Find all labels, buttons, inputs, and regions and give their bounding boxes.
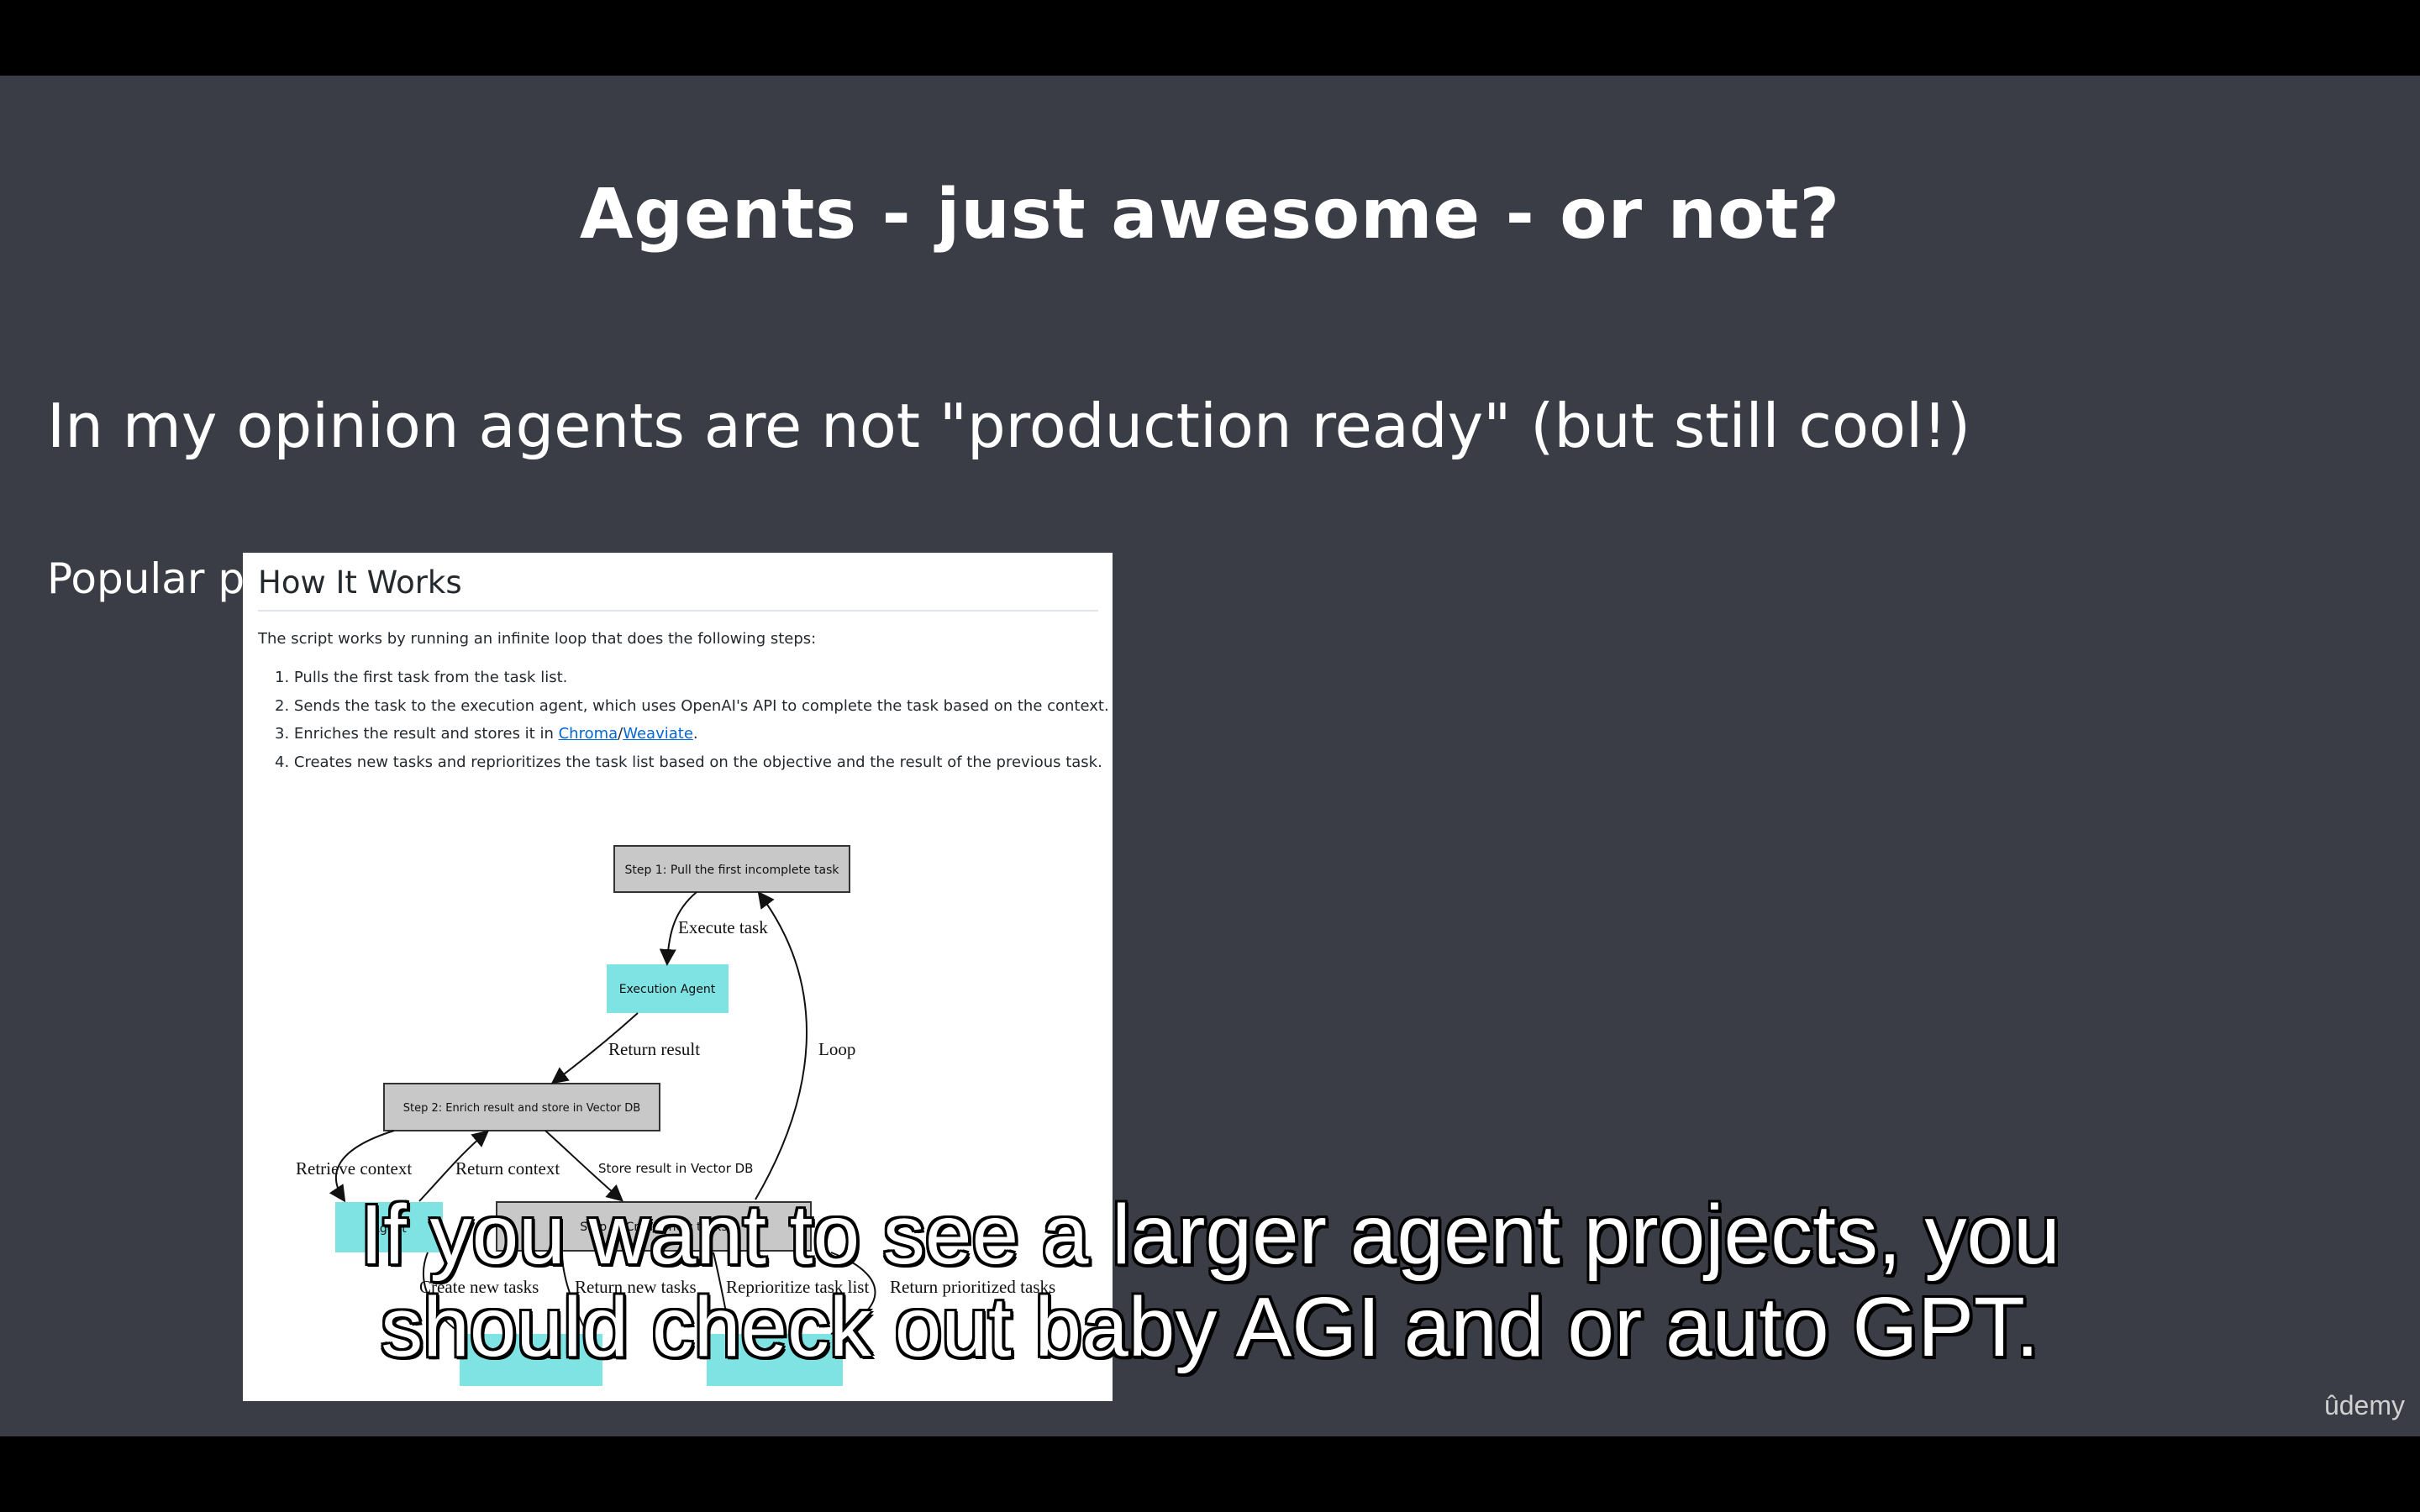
edge-retrieve-context-label: Retrieve context (296, 1158, 412, 1179)
edge-store-result-label: Store result in Vector DB (598, 1161, 753, 1176)
video-caption: If you want to see a larger agent projec… (0, 1189, 2420, 1373)
edge-return-context-label: Return context (455, 1158, 560, 1179)
caption-line-2: should check out baby AGI and or auto GP… (381, 1280, 2039, 1374)
udemy-logo: ûdemy (2323, 1390, 2405, 1420)
edge-loop-label: Loop (818, 1039, 855, 1059)
edge-execute-task-label: Execute task (678, 917, 768, 937)
caption-line-1: If you want to see a larger agent projec… (360, 1188, 2060, 1282)
node-step1-label: Step 1: Pull the first incomplete task (624, 864, 839, 877)
edge-loop (755, 890, 808, 1200)
slide-title: Agents - just awesome - or not? (579, 175, 1841, 255)
node-execution-agent-label: Execution Agent (619, 983, 716, 996)
node-step2-label: Step 2: Enrich result and store in Vecto… (403, 1102, 640, 1115)
edge-return-result-label: Return result (608, 1039, 700, 1059)
slide-subtitle: In my opinion agents are not "production… (47, 391, 1971, 461)
